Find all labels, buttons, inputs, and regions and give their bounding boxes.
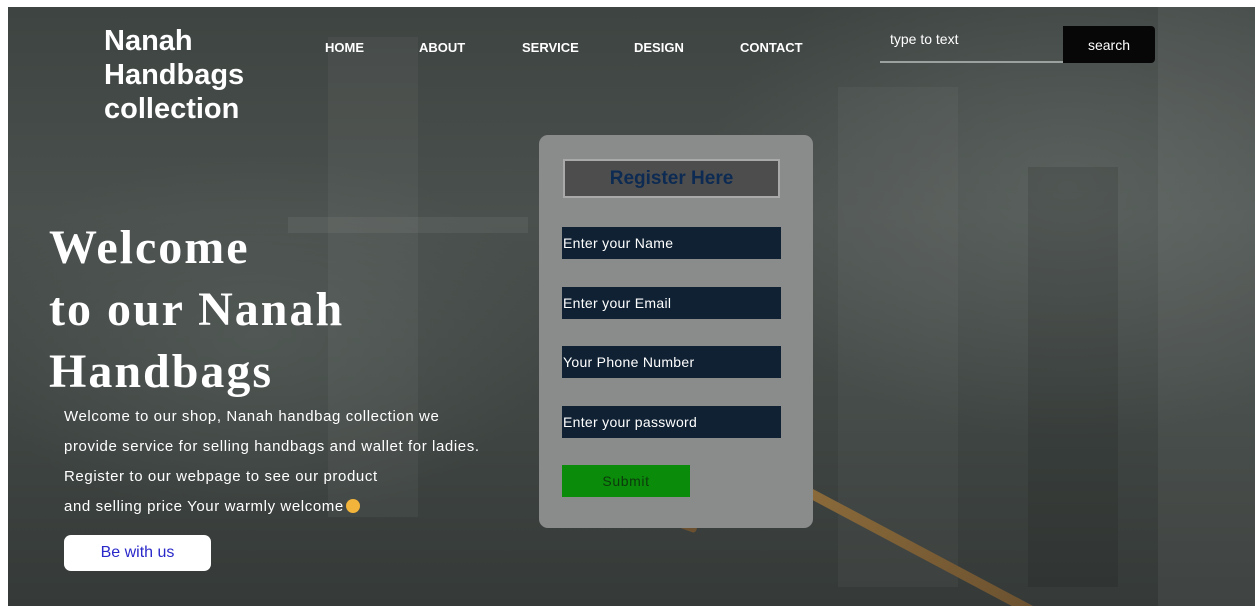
be-with-us-button[interactable]: Be with us [64,535,211,571]
email-field[interactable] [562,287,781,319]
password-field[interactable] [562,406,781,438]
register-form-title: Register Here [563,159,780,198]
brand-line: collection [104,93,240,125]
submit-button[interactable]: Submit [562,465,690,497]
hero-title-line: Welcome [49,221,250,274]
nav-design[interactable]: DESIGN [634,40,684,55]
hero-text-line: Welcome to our shop, Nanah handbag colle… [64,408,440,425]
nav-contact[interactable]: CONTACT [740,40,803,55]
smiling-face-icon [345,499,360,513]
hero-title-line: Handbags [49,345,274,398]
search-bar: search [880,26,1155,63]
nav-home[interactable]: HOME [325,40,364,55]
hero-text-line: provide service for selling handbags and… [64,438,480,455]
hero-text-line: and selling price Your warmly welcome [64,492,524,522]
nav-about[interactable]: ABOUT [419,40,465,55]
building-shape [1028,167,1118,587]
hero-title-line: to our Nanah [49,283,345,336]
hero-text-line: Register to our webpage to see our produ… [64,468,378,485]
search-button[interactable]: search [1063,26,1155,63]
brand-line: Nanah [104,25,193,57]
brand-line: Handbags [104,59,245,91]
phone-field[interactable] [562,346,781,378]
name-field[interactable] [562,227,781,259]
curtain-shape [1158,7,1255,606]
hero-title: Welcome to our Nanah Handbags [49,217,344,403]
register-form: Register Here Submit [539,135,813,528]
search-input[interactable] [880,26,1063,63]
page-background: Nanah Handbags collection HOME ABOUT SER… [8,7,1255,606]
nav-service[interactable]: SERVICE [522,40,579,55]
brand-logo[interactable]: Nanah Handbags collection [104,24,274,126]
hero-description: Welcome to our shop, Nanah handbag colle… [64,402,524,522]
hero-text-line-last: and selling price Your warmly welcome [64,498,344,515]
